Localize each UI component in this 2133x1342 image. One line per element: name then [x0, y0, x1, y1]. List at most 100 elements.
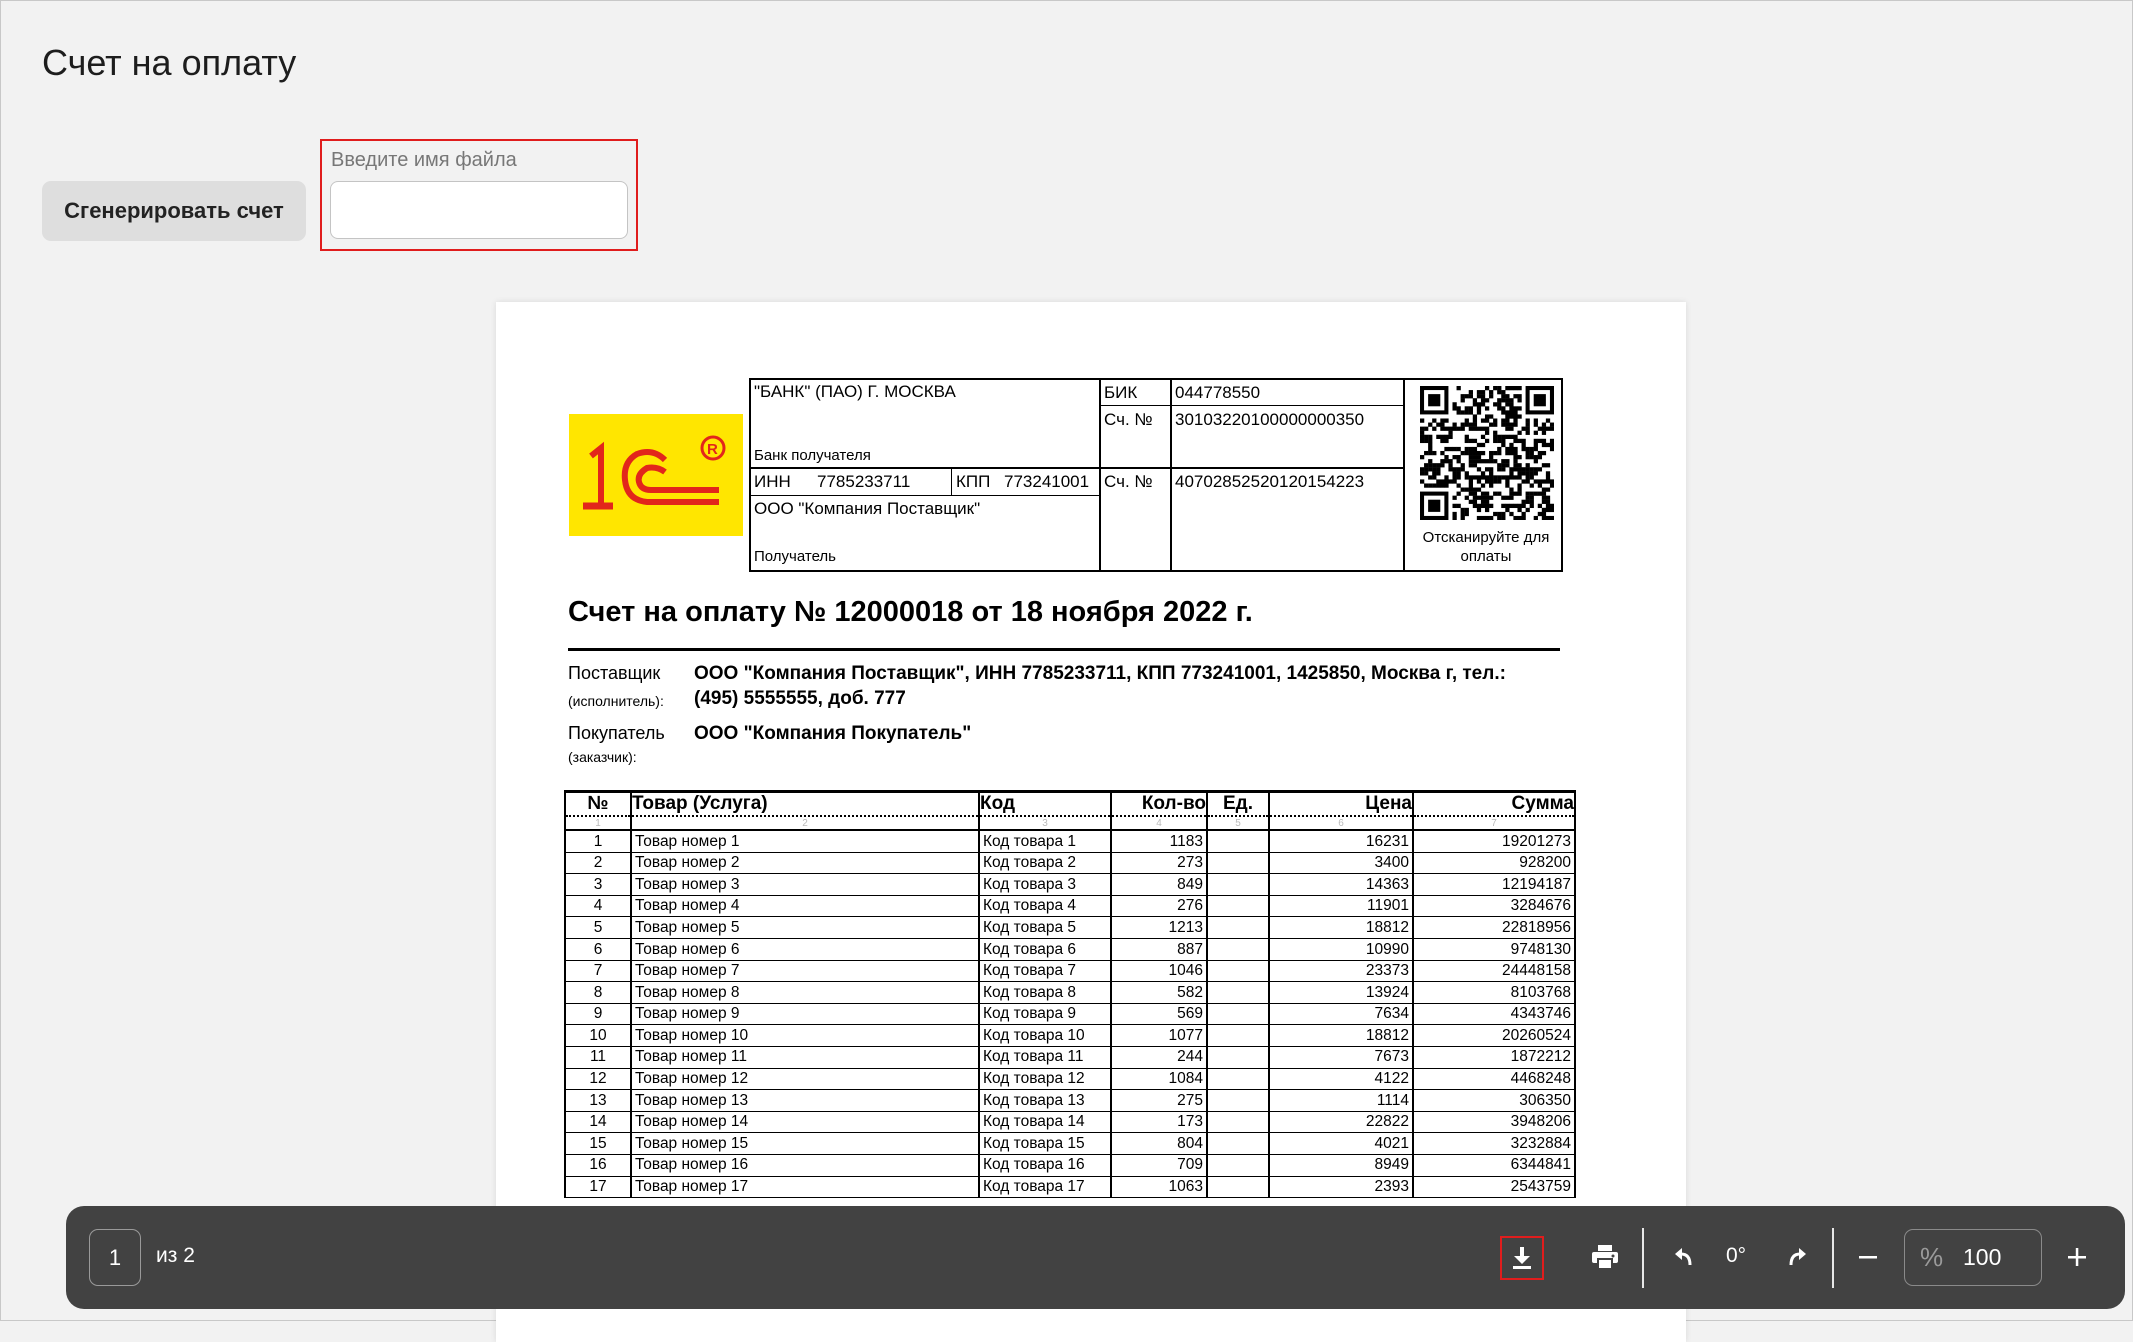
table-cell: Товар номер 17 — [630, 1175, 980, 1199]
download-icon — [1513, 1247, 1531, 1269]
zoom-out-icon — [1859, 1256, 1877, 1259]
table-cell: 4021 — [1268, 1132, 1414, 1155]
table-cell — [1206, 1024, 1270, 1047]
table-cell: 23373 — [1268, 959, 1414, 983]
table-cell — [1206, 851, 1270, 875]
table-cell — [1206, 959, 1270, 983]
table-cell: 1213 — [1110, 916, 1208, 939]
table-cell: Код товара 9 — [978, 1002, 1112, 1026]
recipient-name: ООО "Компания Поставщик" — [754, 499, 981, 518]
table-cell: 1046 — [1110, 959, 1208, 983]
title-rule — [568, 648, 1560, 651]
table-cell: Товар номер 2 — [630, 851, 980, 875]
col-number: 1 — [564, 816, 632, 831]
table-cell: 11 — [564, 1045, 632, 1069]
invoice-title: Счет на оплату № 12000018 от 18 ноября 2… — [568, 596, 1253, 628]
col-number: 6 — [1268, 816, 1414, 831]
zoom-input[interactable]: % 100 — [1904, 1229, 2042, 1286]
rotation-value: 0° — [1726, 1244, 1747, 1267]
svg-text:R: R — [707, 441, 718, 458]
bank-details-table: "БАНК" (ПАО) Г. МОСКВА Банк получателя Б… — [749, 378, 1563, 572]
table-cell: Товар номер 4 — [630, 894, 980, 918]
col-header: Сумма — [1412, 790, 1576, 817]
col-number: 4 — [1110, 816, 1208, 831]
filename-field-group: Введите имя файла — [320, 139, 638, 251]
table-cell: 3232884 — [1412, 1132, 1576, 1155]
table-cell: 12194187 — [1412, 873, 1576, 896]
table-cell: Товар номер 1 — [630, 829, 980, 853]
download-button[interactable] — [1500, 1236, 1544, 1280]
table-cell: 1084 — [1110, 1067, 1208, 1091]
table-cell: 7634 — [1268, 1002, 1414, 1026]
bank-caption: Банк получателя — [754, 447, 871, 464]
zoom-out-button[interactable] — [1844, 1233, 1892, 1281]
print-button[interactable] — [1581, 1233, 1629, 1281]
table-cell: 4 — [564, 894, 632, 918]
toolbar-divider — [1832, 1228, 1834, 1288]
corr-account-value: 30103220100000000350 — [1175, 410, 1365, 429]
table-cell: Код товара 2 — [978, 851, 1112, 875]
table-cell: Код товара 13 — [978, 1089, 1112, 1112]
1c-logo: R — [569, 414, 743, 536]
table-cell: Товар номер 5 — [630, 916, 980, 939]
table-cell: 5 — [564, 916, 632, 939]
table-cell: Код товара 12 — [978, 1067, 1112, 1091]
table-cell: Код товара 3 — [978, 873, 1112, 896]
table-cell: 1063 — [1110, 1175, 1208, 1199]
generate-invoice-button[interactable]: Сгенерировать счет — [42, 181, 306, 241]
table-cell: 16 — [564, 1153, 632, 1177]
zoom-in-button[interactable] — [2053, 1233, 2101, 1281]
table-cell: 569 — [1110, 1002, 1208, 1026]
table-cell — [1206, 1175, 1270, 1199]
buyer-sublabel: (заказчик): — [568, 749, 637, 765]
zoom-in-icon — [2068, 1248, 2086, 1266]
table-cell: 276 — [1110, 894, 1208, 918]
table-cell: Код товара 11 — [978, 1045, 1112, 1069]
goods-table: № Товар (Услуга) Код Кол-во Ед. Цена Сум… — [564, 790, 1576, 1199]
table-cell — [1206, 1045, 1270, 1069]
table-cell: 10 — [564, 1024, 632, 1047]
table-cell: Код товара 1 — [978, 829, 1112, 853]
table-cell: Код товара 8 — [978, 981, 1112, 1004]
table-cell: 7673 — [1268, 1045, 1414, 1069]
col-header: Ед. — [1206, 790, 1270, 817]
col-header: Цена — [1268, 790, 1414, 817]
table-cell: 15 — [564, 1132, 632, 1155]
table-cell — [1206, 1002, 1270, 1026]
table-cell: 9748130 — [1412, 937, 1576, 961]
table-row: 15 Товар номер 15 Код товара 15 804 4021 3232… — [564, 1132, 1576, 1155]
table-row: 9 Товар номер 9 Код товара 9 569 7634 4343746 — [564, 1002, 1576, 1026]
toolbar-divider — [1642, 1228, 1644, 1288]
page-number-input[interactable] — [89, 1229, 141, 1286]
col-header: Кол-во — [1110, 790, 1208, 817]
rotate-right-button[interactable] — [1773, 1233, 1821, 1281]
table-cell: 709 — [1110, 1153, 1208, 1177]
page-total: из 2 — [156, 1244, 195, 1267]
account-label: Сч. № — [1104, 472, 1153, 491]
col-header: Товар (Услуга) — [630, 790, 980, 817]
col-number: 5 — [1206, 816, 1270, 831]
filename-input[interactable] — [330, 181, 628, 239]
table-cell: Код товара 15 — [978, 1132, 1112, 1155]
table-cell: 8103768 — [1412, 981, 1576, 1004]
col-number: 2 — [630, 816, 980, 831]
table-cell: 582 — [1110, 981, 1208, 1004]
table-cell: 8949 — [1268, 1153, 1414, 1177]
table-cell: 4122 — [1268, 1067, 1414, 1091]
table-cell — [1206, 894, 1270, 918]
table-cell: 22818956 — [1412, 916, 1576, 939]
table-cell — [1206, 829, 1270, 853]
table-cell: Товар номер 15 — [630, 1132, 980, 1155]
table-cell: 20260524 — [1412, 1024, 1576, 1047]
table-cell — [1206, 1153, 1270, 1177]
table-cell: 11901 — [1268, 894, 1414, 918]
col-number: 3 — [978, 816, 1112, 831]
table-row: 4 Товар номер 4 Код товара 4 276 11901 328467… — [564, 894, 1576, 918]
table-cell: Код товара 17 — [978, 1175, 1112, 1199]
table-cell: 3948206 — [1412, 1110, 1576, 1134]
table-cell: Код товара 4 — [978, 894, 1112, 918]
rotate-left-button[interactable] — [1660, 1233, 1708, 1281]
table-cell — [1206, 916, 1270, 939]
table-cell: 17 — [564, 1175, 632, 1199]
table-row: 7 Товар номер 7 Код товара 7 1046 23373 24448… — [564, 959, 1576, 983]
